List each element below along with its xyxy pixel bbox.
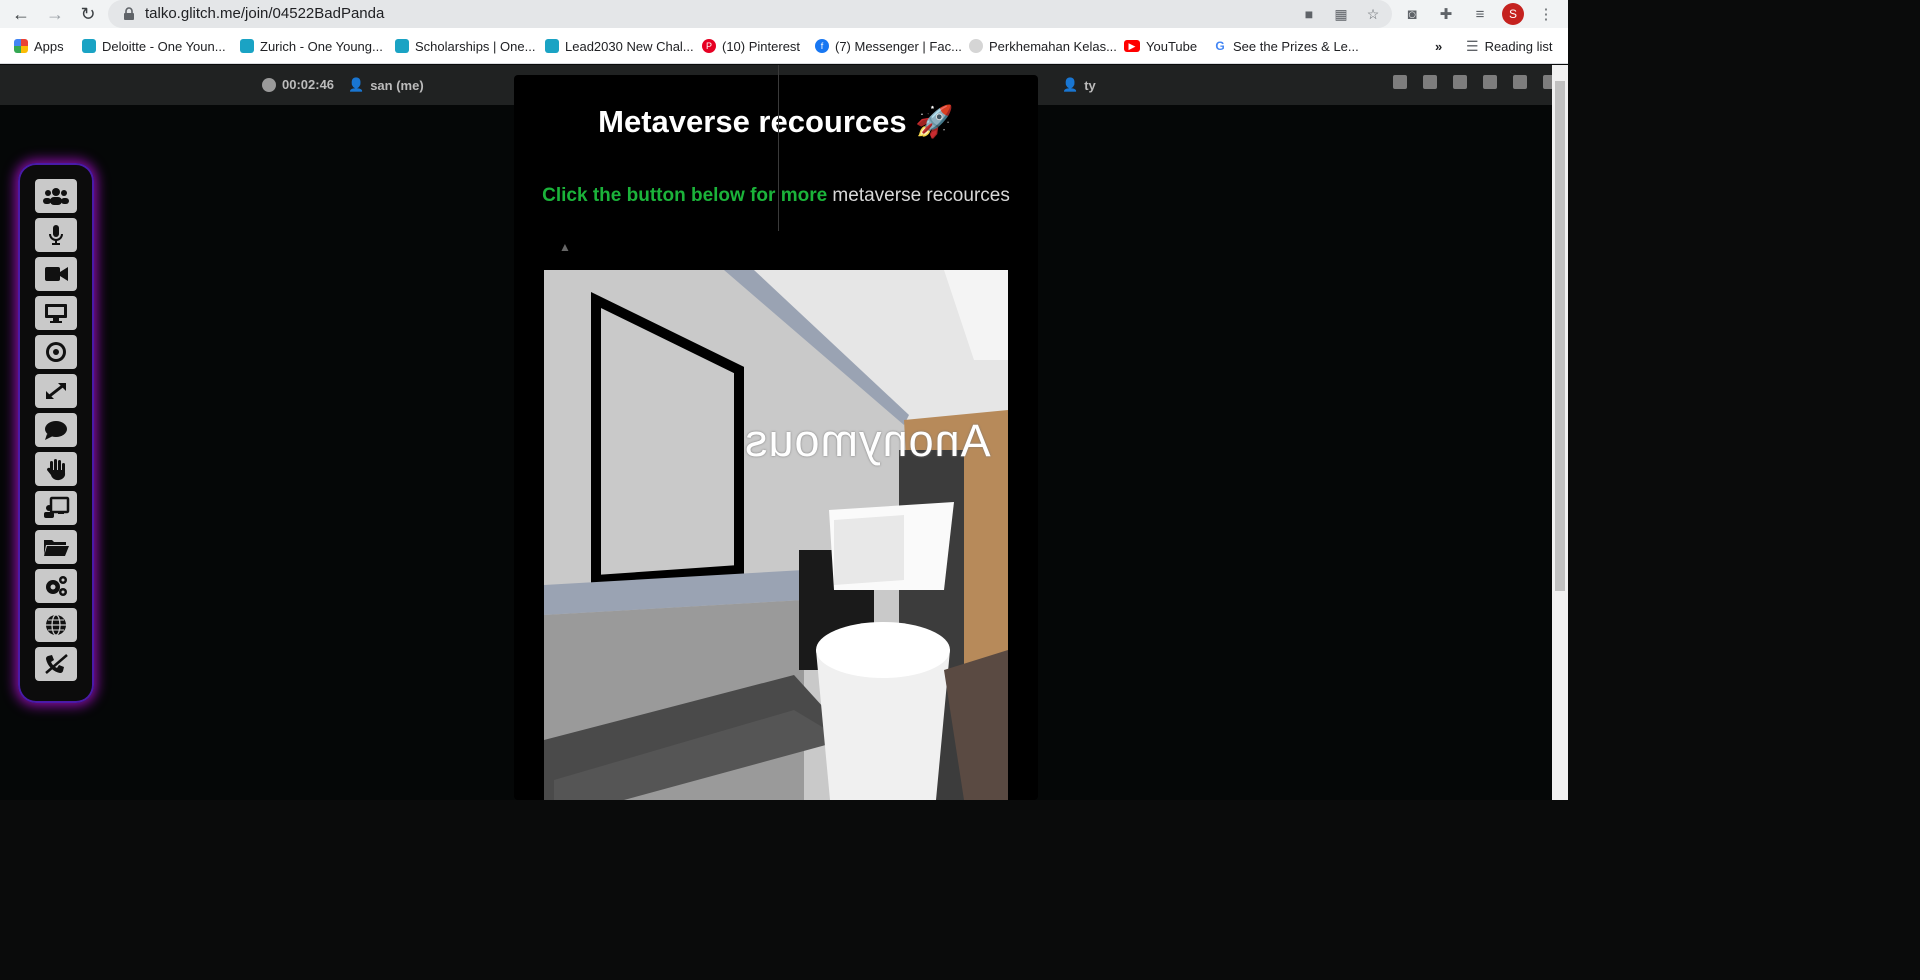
bookmark-star-icon[interactable]: ☆ — [1364, 5, 1382, 23]
record-icon[interactable] — [35, 335, 77, 369]
self-name: 👤 san (me) — [348, 77, 424, 93]
subtitle-highlight: Click the button below for more — [542, 185, 828, 206]
google-icon: G — [1213, 39, 1227, 53]
bookmark-zurich[interactable]: Zurich - One Young... — [240, 37, 383, 55]
chat-icon[interactable] — [35, 413, 77, 447]
fullscreen-icon[interactable] — [1393, 75, 1407, 89]
kick-out-icon[interactable] — [1423, 75, 1437, 89]
bookmark-perkhemahan[interactable]: Perkhemahan Kelas... — [969, 37, 1117, 55]
avatar-name-label: Anonymous — [744, 415, 991, 466]
microphone-icon[interactable] — [35, 218, 77, 252]
user-icon: 👤 — [348, 77, 365, 92]
metaverse-scene[interactable]: Anonymous — [544, 270, 1008, 800]
hang-up-icon[interactable] — [35, 647, 77, 681]
fullscreen-icon[interactable] — [35, 374, 77, 408]
scene-render — [544, 270, 1008, 800]
bookmarks-overflow[interactable]: » — [1435, 37, 1442, 55]
bookmarks-bar: Apps Deloitte - One Youn... Zurich - One… — [0, 28, 1568, 64]
screenshot-icon[interactable]: ◙ — [1400, 2, 1424, 26]
media-queue-icon[interactable]: ≡ — [1468, 2, 1492, 26]
file-share-icon[interactable] — [35, 530, 77, 564]
whiteboard-icon[interactable] — [35, 491, 77, 525]
reading-list-icon: ☰ — [1466, 37, 1479, 54]
scrollbar-thumb[interactable] — [1555, 81, 1565, 591]
bookmark-pinterest[interactable]: P (10) Pinterest — [702, 37, 800, 55]
raise-hand-icon[interactable] — [35, 452, 77, 486]
back-icon[interactable]: ← — [10, 3, 32, 25]
youtube-icon: ▶ — [1124, 40, 1140, 52]
one-young-world-icon — [395, 39, 409, 53]
video-divider — [778, 65, 779, 231]
pinterest-icon: P — [702, 39, 716, 53]
bookmark-apps[interactable]: Apps — [14, 37, 64, 55]
modal-subtitle: Click the button below for more metavers… — [514, 185, 1038, 207]
one-young-world-icon — [82, 39, 96, 53]
clock-icon — [262, 77, 276, 92]
reading-list-button[interactable]: ☰ Reading list — [1466, 37, 1553, 55]
globe-icon[interactable] — [35, 608, 77, 642]
apps-grid-icon — [14, 39, 28, 53]
address-bar[interactable]: talko.glitch.me/join/04522BadPanda ■ ▦ ☆ — [108, 0, 1392, 28]
user-icon: 👤 — [1062, 77, 1079, 92]
microphone-icon[interactable] — [1513, 75, 1527, 89]
peer-video-tools — [1393, 75, 1557, 89]
subtitle-rest: metaverse recources — [827, 185, 1010, 206]
one-young-world-icon — [240, 39, 254, 53]
url-text: talko.glitch.me/join/04522BadPanda — [145, 5, 385, 22]
bookmark-messenger[interactable]: f (7) Messenger | Fac... — [815, 37, 962, 55]
camera-indicator-icon: ▲ — [559, 240, 571, 254]
bookmark-youtube[interactable]: ▶ YouTube — [1124, 37, 1197, 55]
forward-icon[interactable]: → — [44, 3, 66, 25]
qr-code-icon[interactable]: ▦ — [1332, 5, 1350, 23]
profile-avatar[interactable]: S — [1502, 3, 1524, 25]
modal-title: Metaverse recources 🚀 — [598, 104, 954, 139]
bookmark-scholarships[interactable]: Scholarships | One... — [395, 37, 535, 55]
extensions-icon[interactable]: ✚ — [1434, 2, 1458, 26]
youtube-share-icon[interactable] — [1483, 75, 1497, 89]
site-icon — [969, 39, 983, 53]
browser-toolbar: ← → ↻ talko.glitch.me/join/04522BadPanda… — [0, 0, 1568, 28]
send-icon[interactable] — [1453, 75, 1467, 89]
screen-share-icon[interactable] — [35, 296, 77, 330]
settings-icon[interactable] — [35, 569, 77, 603]
bookmark-lead2030[interactable]: Lead2030 New Chal... — [545, 37, 694, 55]
control-sidebar — [18, 163, 94, 703]
video-camera-icon[interactable] — [35, 257, 77, 291]
menu-kebab-icon[interactable]: ⋮ — [1534, 2, 1558, 26]
page-scrollbar[interactable] — [1552, 65, 1568, 800]
lock-icon — [124, 7, 134, 20]
one-young-world-icon — [545, 39, 559, 53]
peer-name: 👤 ty — [1062, 77, 1096, 93]
bookmark-deloitte[interactable]: Deloitte - One Youn... — [82, 37, 226, 55]
facebook-icon: f — [815, 39, 829, 53]
call-timer: 00:02:46 — [262, 77, 334, 92]
reload-icon[interactable]: ↻ — [77, 3, 99, 25]
bookmark-google-prizes[interactable]: G See the Prizes & Le... — [1213, 37, 1359, 55]
camera-permission-icon[interactable]: ■ — [1300, 5, 1318, 23]
participants-icon[interactable] — [35, 179, 77, 213]
